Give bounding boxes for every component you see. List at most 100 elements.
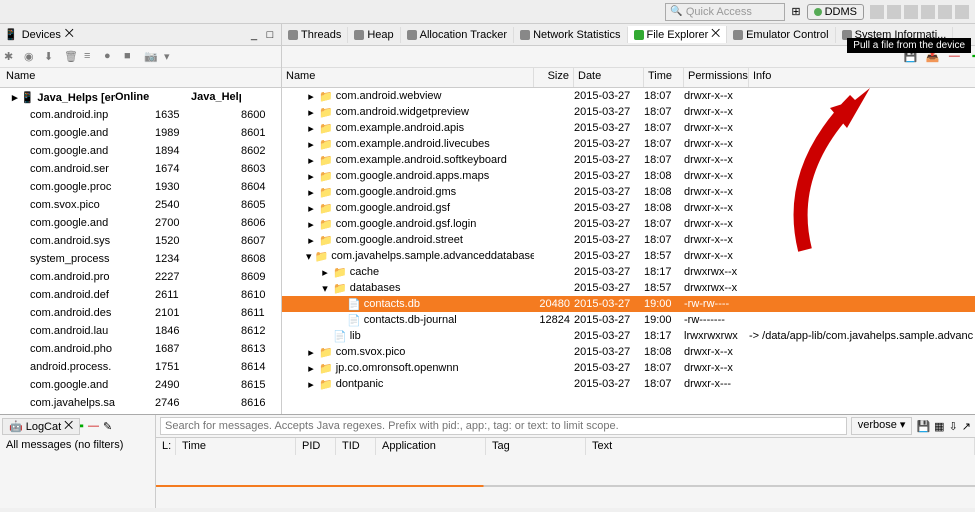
menu-icon[interactable]: ▾ [164,50,178,64]
tab-emulator[interactable]: Emulator Control [727,27,836,43]
devices-tab-label[interactable]: Devices [22,29,61,41]
tab-network[interactable]: Network Statistics [514,27,627,43]
expand-icon[interactable]: ▸ [306,106,316,119]
tab-heap[interactable]: Heap [348,27,400,43]
file-row[interactable]: ▸📁cache2015-03-2718:17drwxrwx--x [282,264,975,280]
expand-icon[interactable]: ▸ [306,346,316,359]
file-row[interactable]: ▸📁com.android.webview2015-03-2718:07drwx… [282,88,975,104]
file-row[interactable]: ▸📁com.google.android.gsf.login2015-03-27… [282,216,975,232]
file-row[interactable]: 📄contacts.db204802015-03-2719:00-rw-rw--… [282,296,975,312]
profile-icon[interactable]: ● [104,50,118,64]
toolbar-icon[interactable] [904,5,918,19]
file-row[interactable]: ▸📁com.example.android.apis2015-03-2718:0… [282,120,975,136]
toolbar-icon[interactable] [955,5,969,19]
close-icon[interactable]: ⨉ [65,28,74,41]
toolbar-icon[interactable] [870,5,884,19]
expand-icon[interactable]: ▾ [306,250,312,263]
header-info[interactable]: Info [749,68,975,87]
expand-icon[interactable]: ▸ [306,90,316,103]
process-row[interactable]: com.android.lau18468612 [0,322,281,340]
expand-icon[interactable]: ▸ [306,122,316,135]
expand-icon[interactable]: ▸ [306,202,316,215]
debug-icon[interactable]: ✱ [4,50,18,64]
tab-allocation[interactable]: Allocation Tracker [401,27,514,43]
file-row[interactable]: ▸📁com.example.android.livecubes2015-03-2… [282,136,975,152]
expand-icon[interactable]: ▸ [306,362,316,375]
header-date[interactable]: Date [574,68,644,87]
process-row[interactable]: com.android.inp16358600 [0,106,281,124]
file-row[interactable]: 📄contacts.db-journal128242015-03-2719:00… [282,312,975,328]
filter-all-messages[interactable]: All messages (no filters) [0,437,155,453]
process-row[interactable]: android.process.17518614 [0,358,281,376]
emulator-row[interactable]: ▸ 📱 Java_Helps [emula Online Java_Helps … [0,88,281,106]
maximize-icon[interactable]: □ [263,28,277,42]
expand-icon[interactable]: ▾ [320,282,330,295]
process-row[interactable]: com.android.pro22278609 [0,268,281,286]
tab-file-explorer[interactable]: File Explorer ⨉ [628,26,728,43]
file-tree[interactable]: ▸📁com.android.webview2015-03-2718:07drwx… [282,88,975,414]
expand-icon[interactable]: ▸ [320,266,330,279]
process-row[interactable]: com.google.and19898601 [0,124,281,142]
threads-icon[interactable]: ≡ [84,50,98,64]
process-row[interactable]: com.android.ser16748603 [0,160,281,178]
file-row[interactable]: ▸📁com.google.android.gms2015-03-2718:08d… [282,184,975,200]
toolbar-icon[interactable] [938,5,952,19]
scroll-lock-icon[interactable]: ⇩ [949,420,958,433]
expand-icon[interactable]: ▸ [306,138,316,151]
process-row[interactable]: com.android.des21018611 [0,304,281,322]
perspective-ddms[interactable]: DDMS [807,4,864,20]
file-row[interactable]: ▾📁databases2015-03-2718:57drwxrwx--x [282,280,975,296]
logcat-tab[interactable]: 🤖 LogCat ⨉ [2,418,80,435]
tab-threads[interactable]: Threads [282,27,348,43]
process-row[interactable]: com.javahelps.sa27468616 [0,394,281,412]
file-row[interactable]: ▾📁com.javahelps.sample.advanceddatabase2… [282,248,975,264]
file-row[interactable]: ▸📁com.google.android.street2015-03-2718:… [282,232,975,248]
process-row[interactable]: system_process12348608 [0,250,281,268]
close-icon[interactable]: ⨉ [711,28,720,41]
file-row[interactable]: 📄lib2015-03-2718:17lrwxrwxrwx-> /data/ap… [282,328,975,344]
expand-icon[interactable]: ▸ [306,378,316,391]
edit-filter-icon[interactable]: ✎ [103,420,112,433]
export-icon[interactable]: ↗ [962,420,971,433]
open-perspective-icon[interactable]: ⊞ [791,5,800,18]
expand-icon[interactable]: ▸ [306,154,316,167]
dump-icon[interactable]: ⬇ [44,50,58,64]
expand-icon[interactable]: ▸ [306,234,316,247]
close-icon[interactable]: ⨉ [64,420,73,433]
header-permissions[interactable]: Permissions [684,68,749,87]
file-row[interactable]: ▸📁com.svox.pico2015-03-2718:08drwxr-x--x [282,344,975,360]
minimize-icon[interactable]: _ [247,28,261,42]
expand-icon[interactable]: ▸ [306,218,316,231]
process-row[interactable]: com.android.def26118610 [0,286,281,304]
process-row[interactable]: com.svox.pico25408605 [0,196,281,214]
heap-icon[interactable]: ◉ [24,50,38,64]
file-row[interactable]: ▸📁com.google.android.gsf2015-03-2718:08d… [282,200,975,216]
header-time[interactable]: Time [644,68,684,87]
expand-icon[interactable]: ▸ [306,186,316,199]
remove-filter-icon[interactable]: — [88,420,99,432]
gc-icon[interactable]: 🗑 [64,50,78,64]
process-row[interactable]: com.google.and24908615 [0,376,281,394]
file-row[interactable]: ▸📁com.example.android.softkeyboard2015-0… [282,152,975,168]
header-name[interactable]: Name [282,68,534,87]
process-row[interactable]: com.google.and27008606 [0,214,281,232]
logcat-search-input[interactable] [160,417,847,435]
file-row[interactable]: ▸📁jp.co.omronsoft.openwnn2015-03-2718:07… [282,360,975,376]
process-row[interactable]: com.android.pho16878613 [0,340,281,358]
devices-table[interactable]: ▸ 📱 Java_Helps [emula Online Java_Helps … [0,88,281,414]
quick-access-search[interactable]: Quick Access [665,3,785,21]
file-row[interactable]: ▸📁com.google.android.apps.maps2015-03-27… [282,168,975,184]
file-row[interactable]: ▸📁com.android.widgetpreview2015-03-2718:… [282,104,975,120]
process-row[interactable]: com.google.proc19308604 [0,178,281,196]
toolbar-icon[interactable] [887,5,901,19]
toolbar-icon[interactable] [921,5,935,19]
process-row[interactable]: com.google.and18948602 [0,142,281,160]
expand-icon[interactable]: ▸ [306,170,316,183]
devices-header-name[interactable]: Name [0,68,41,87]
process-row[interactable]: com.android.sys15208607 [0,232,281,250]
capture-icon[interactable]: 📷 [144,50,158,64]
header-size[interactable]: Size [534,68,574,87]
file-row[interactable]: ▸📁dontpanic2015-03-2718:07drwxr-x--- [282,376,975,392]
log-level-select[interactable]: verbose ▾ [851,417,913,435]
stop-icon[interactable]: ■ [124,50,138,64]
